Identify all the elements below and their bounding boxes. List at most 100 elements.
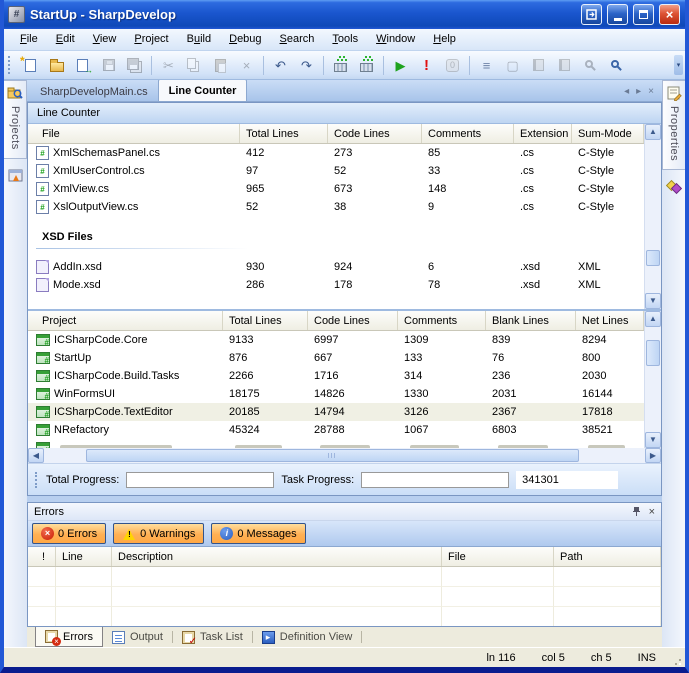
table-row[interactable]: XslOutputView.cs52389.csC-Style [28,198,644,216]
scroll-up-icon[interactable]: ▲ [645,311,661,327]
scroll-up-icon[interactable]: ▲ [645,124,661,140]
files-scroll-thumb[interactable] [646,250,660,266]
resize-grip[interactable] [672,656,681,665]
column-header[interactable]: Total Lines [223,311,308,330]
menu-debug[interactable]: Debug [221,30,269,49]
search-button[interactable] [604,54,629,77]
close-pad-button[interactable]: × [649,506,655,518]
column-header[interactable]: Net Lines [576,311,644,330]
errors-caption-label: Errors [34,506,624,518]
sidebar-tab-tools[interactable] [4,165,27,187]
scroll-right-icon[interactable]: ▶ [645,448,661,463]
projects-scroll-track[interactable] [645,327,661,432]
undo-button[interactable]: ↶ [268,54,293,77]
toolbar-grip[interactable] [8,56,12,74]
scroll-left-icon[interactable]: ◀ [28,448,44,463]
abort-button[interactable]: ! [414,54,439,77]
table-cell: 6997 [308,334,398,346]
prev-tab-icon[interactable]: ◂ [624,86,629,97]
pin-button[interactable] [632,506,641,517]
table-row[interactable]: ICSharpCode.Core9133699713098398294 [28,331,644,349]
files-vertical-scrollbar[interactable]: ▲ ▼ [644,124,661,309]
column-header[interactable]: ! [28,547,56,566]
table-row[interactable]: ICSharpCode.Build.Tasks22661716314236203… [28,367,644,385]
menu-help[interactable]: Help [425,30,464,49]
sidebar-tab-properties[interactable]: Properties [662,80,685,170]
toolbar-overflow-button[interactable]: ▾ [674,55,683,75]
scroll-down-icon[interactable]: ▼ [645,432,661,448]
pad-tab-task-list[interactable]: Task List [173,627,252,647]
table-cell: 924 [328,261,422,273]
horizontal-scroll-thumb[interactable] [86,449,579,462]
pad-tab-errors[interactable]: Errors [35,627,103,647]
column-header[interactable]: Total Lines [240,124,328,143]
0-warnings-button[interactable]: 0 Warnings [113,523,204,544]
column-header[interactable]: Project [28,311,223,330]
menu-build[interactable]: Build [179,30,219,49]
table-row-partial[interactable] [28,439,644,448]
projects-vertical-scrollbar[interactable]: ▲ ▼ [644,311,661,448]
column-header[interactable]: File [28,124,240,143]
projects-scroll-thumb[interactable] [646,340,660,366]
run-button[interactable]: ▶ [388,54,413,77]
column-header[interactable]: Sum-Mode [572,124,644,143]
sidebar-tab-projects[interactable]: Projects [4,80,27,159]
table-row[interactable]: ICSharpCode.TextEditor201851479431262367… [28,403,644,421]
menu-project[interactable]: Project [126,30,176,49]
maximize-button[interactable] [633,4,654,25]
column-header[interactable]: Comments [398,311,486,330]
bookmark-button: ▢ [500,54,525,77]
files-scroll-track[interactable] [645,140,661,293]
table-row[interactable]: AddIn.xsd9309246.xsdXML [28,258,644,276]
progress-row-grip[interactable] [35,472,39,488]
table-row[interactable]: XmlSchemasPanel.cs41227385.csC-Style [28,144,644,162]
column-header[interactable]: Line [56,547,112,566]
toggle-comment-button[interactable]: ≡ [474,54,499,77]
column-header[interactable]: Path [554,547,661,566]
table-row[interactable]: Mode.xsd28617878.xsdXML [28,276,644,294]
column-header[interactable]: Comments [422,124,514,143]
column-header[interactable]: Extension [514,124,572,143]
scroll-down-icon[interactable]: ▼ [645,293,661,309]
menu-edit[interactable]: Edit [48,30,83,49]
table-row[interactable]: XmlUserControl.cs975233.csC-Style [28,162,644,180]
horizontal-scrollbar[interactable]: ◀ ▶ [28,448,661,464]
new-file-button[interactable] [18,54,43,77]
table-cell: 9133 [223,334,308,346]
table-row[interactable]: XmlView.cs965673148.csC-Style [28,180,644,198]
close-button[interactable]: × [659,4,680,25]
build-button[interactable] [328,54,353,77]
file-name: XmlView.cs [53,183,109,195]
pad-tab-output[interactable]: Output [103,627,172,647]
column-header[interactable]: File [442,547,554,566]
column-header[interactable]: Code Lines [328,124,422,143]
redo-icon: ↷ [301,59,312,72]
horizontal-scroll-track[interactable] [44,448,645,463]
doc-tab-line-counter[interactable]: Line Counter [158,79,248,101]
doc-tab-sharpdevelopmain-cs[interactable]: SharpDevelopMain.cs [30,82,158,101]
build-solution-button[interactable] [354,54,379,77]
table-row[interactable]: NRefactory45324287881067680338521 [28,421,644,439]
file-name: ICSharpCode.Build.Tasks [54,370,179,382]
open-file-button[interactable] [44,54,69,77]
dock-window-button[interactable] [581,4,602,25]
menu-search[interactable]: Search [272,30,323,49]
menu-tools[interactable]: Tools [324,30,366,49]
redo-button[interactable]: ↷ [294,54,319,77]
menu-file[interactable]: File [12,30,46,49]
column-header[interactable]: Blank Lines [486,311,576,330]
menu-window[interactable]: Window [368,30,423,49]
menu-view[interactable]: View [85,30,125,49]
pad-tab-definition-view[interactable]: Definition View [253,627,362,647]
0-messages-button[interactable]: i0 Messages [211,523,305,544]
0-errors-button[interactable]: ×0 Errors [32,523,106,544]
sidebar-tab-toolbox[interactable] [662,176,685,198]
next-tab-icon[interactable]: ▸ [636,86,641,97]
table-row[interactable]: WinFormsUI18175148261330203116144 [28,385,644,403]
close-tab-icon[interactable]: × [648,86,654,97]
save-as-button[interactable] [70,54,95,77]
minimize-button[interactable] [607,4,628,25]
column-header[interactable]: Code Lines [308,311,398,330]
column-header[interactable]: Description [112,547,442,566]
table-row[interactable]: StartUp87666713376800 [28,349,644,367]
